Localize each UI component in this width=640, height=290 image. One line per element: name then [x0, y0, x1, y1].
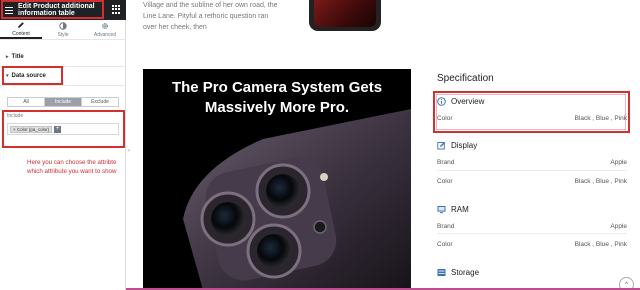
phone-image	[309, 0, 381, 31]
spec-row-label: Brand	[437, 222, 455, 230]
filter-segment: All Include Exclude	[7, 97, 119, 107]
edit-icon	[437, 141, 446, 150]
spec-row: Color Black , Blue , Pink	[437, 238, 627, 250]
spec-section-ram: RAM	[437, 203, 627, 215]
spec-row-value: Apple	[610, 222, 627, 230]
caret-right-icon: ▸	[6, 53, 9, 60]
divider	[437, 170, 627, 171]
data-source-annotation-box	[2, 66, 63, 85]
gear-icon	[101, 22, 109, 30]
panel-tabs: Content Style Advanced	[0, 20, 126, 40]
spec-row-label: Color	[437, 240, 453, 248]
include-annotation-box	[2, 110, 125, 148]
section-title[interactable]: ▸ Title	[0, 47, 126, 67]
spec-heading: Specification	[437, 73, 494, 84]
intro-text: Village and the subline of her own road,…	[143, 2, 278, 31]
spec-section-storage: Storage	[437, 266, 627, 278]
contrast-icon	[59, 21, 67, 30]
spec-row: Brand Apple	[437, 220, 627, 232]
spec-row: Color Black , Blue , Pink	[437, 175, 627, 187]
monitor-icon	[437, 205, 446, 214]
segment-all[interactable]: All	[8, 98, 45, 106]
section-title-label: Title	[11, 53, 24, 60]
annotation-note: Here you can choose the attribte which a…	[27, 159, 117, 175]
spec-row-value: Apple	[610, 158, 627, 166]
spec-row-value: Black , Blue , Pink	[574, 240, 627, 248]
divider	[437, 233, 627, 234]
hero-title: The Pro Camera System Gets Massively Mor…	[171, 79, 383, 116]
tab-advanced[interactable]: Advanced	[84, 20, 126, 39]
spec-row-label: Brand	[437, 158, 455, 166]
tab-style[interactable]: Style	[42, 20, 84, 39]
spec-section-name: RAM	[451, 204, 469, 214]
segment-include[interactable]: Include	[45, 98, 82, 106]
tab-content-label: Content	[12, 30, 30, 37]
segment-exclude[interactable]: Exclude	[82, 98, 118, 106]
pencil-icon	[17, 21, 25, 29]
spec-section-name: Storage	[451, 267, 480, 277]
header-annotation-box	[1, 0, 104, 19]
overview-annotation-box	[433, 91, 630, 133]
spec-row-label: Color	[437, 177, 453, 185]
storage-icon	[437, 268, 446, 277]
spec-row: Brand Apple	[437, 156, 627, 168]
spec-row-value: Black , Blue , Pink	[574, 177, 627, 185]
spec-section-name: Display	[451, 140, 478, 150]
collapse-panel-icon[interactable]: ‹	[128, 148, 130, 154]
app: Edit Product additional information tabl…	[0, 0, 640, 290]
tab-style-label: Style	[57, 31, 69, 38]
tab-advanced-label: Advanced	[93, 31, 117, 38]
editor-panel: Edit Product additional information tabl…	[0, 0, 126, 290]
tab-content[interactable]: Content	[0, 20, 42, 39]
spec-section-display: Display	[437, 139, 627, 151]
hero-banner: The Pro Camera System Gets Massively Mor…	[143, 69, 411, 290]
grid-icon[interactable]	[112, 5, 121, 14]
